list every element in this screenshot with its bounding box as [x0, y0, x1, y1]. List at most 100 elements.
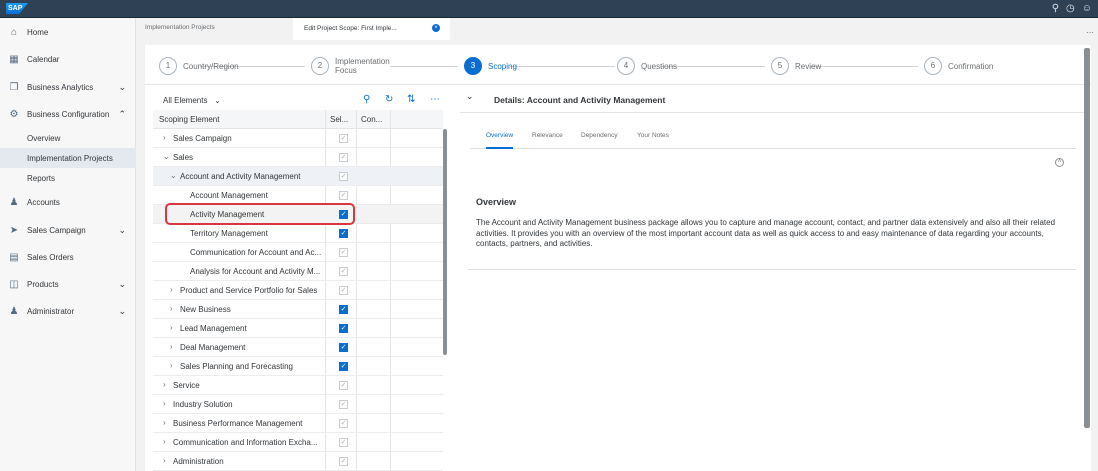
- selected-checkbox[interactable]: ✓: [339, 286, 348, 295]
- sort-icon[interactable]: ⇅: [407, 94, 415, 105]
- step-questions[interactable]: 4 Questions: [617, 57, 677, 75]
- tab-strip: Implementation Projects: [136, 18, 1098, 40]
- collapse-icon[interactable]: ⌄: [163, 152, 170, 161]
- scroll-up-icon[interactable]: ˄: [1055, 158, 1064, 167]
- chevron-down-icon[interactable]: ⌄: [118, 279, 126, 290]
- expand-icon[interactable]: ›: [163, 380, 166, 389]
- table-row[interactable]: › Lead Management ✓: [153, 319, 443, 338]
- step-review[interactable]: 5 Review: [771, 57, 821, 75]
- sidebar-item-calendar[interactable]: ▦ Calendar: [0, 49, 136, 69]
- expand-icon[interactable]: ›: [170, 304, 173, 313]
- selected-checkbox[interactable]: ✓: [339, 438, 348, 447]
- more-icon[interactable]: ⋯: [430, 94, 440, 105]
- tab-your-notes[interactable]: Your Notes: [637, 132, 669, 139]
- chevron-up-icon[interactable]: ⌃: [118, 109, 126, 120]
- selected-checkbox[interactable]: ✓: [339, 191, 348, 200]
- tab-implementation-projects[interactable]: Implementation Projects: [145, 24, 215, 31]
- step-confirmation[interactable]: 6 Confirmation: [924, 57, 993, 75]
- column-considered[interactable]: Con...: [361, 115, 382, 124]
- selected-checkbox[interactable]: ✓: [339, 457, 348, 466]
- tree-scrollbar[interactable]: [443, 129, 447, 355]
- expand-icon[interactable]: ›: [163, 418, 166, 427]
- expand-icon[interactable]: ›: [170, 361, 173, 370]
- selected-checkbox[interactable]: ✓: [339, 419, 348, 428]
- refresh-icon[interactable]: ↻: [385, 94, 393, 105]
- filter-select[interactable]: All Elements ⌄: [163, 96, 221, 105]
- expand-icon[interactable]: ›: [163, 133, 166, 142]
- user-icon[interactable]: ☺: [1082, 3, 1092, 14]
- expand-icon[interactable]: ›: [170, 323, 173, 332]
- selected-checkbox[interactable]: ✓: [339, 229, 348, 238]
- sidebar-item-administrator[interactable]: ♟ Administrator ⌄: [0, 301, 136, 321]
- table-row[interactable]: Analysis for Account and Activity M... ✓: [153, 262, 443, 281]
- table-row[interactable]: › Communication and Information Excha... ✓: [153, 433, 443, 452]
- chevron-down-icon[interactable]: ⌄: [118, 82, 126, 93]
- selected-checkbox[interactable]: ✓: [339, 324, 348, 333]
- sap-logo[interactable]: SAP: [6, 3, 28, 14]
- step-implementation-focus[interactable]: 2 Implementation Focus: [311, 57, 395, 75]
- expand-icon[interactable]: ›: [170, 285, 173, 294]
- row-label: Service: [173, 381, 200, 390]
- more-icon[interactable]: ⋯: [1086, 28, 1094, 37]
- tab-relevance[interactable]: Relevance: [532, 132, 563, 139]
- sidebar-item-reports[interactable]: Reports: [0, 168, 136, 188]
- chevron-down-icon[interactable]: ⌄: [118, 225, 126, 236]
- table-row[interactable]: › Sales Campaign ✓: [153, 129, 443, 148]
- selected-checkbox[interactable]: ✓: [339, 400, 348, 409]
- sidebar-item-home[interactable]: ⌂ Home: [0, 22, 136, 42]
- sidebar-item-accounts[interactable]: ♟ Accounts: [0, 192, 136, 212]
- column-selected[interactable]: Sel...: [330, 115, 348, 124]
- selected-checkbox[interactable]: ✓: [339, 381, 348, 390]
- sidebar-item-implementation-projects[interactable]: Implementation Projects: [0, 148, 136, 168]
- step-scoping[interactable]: 3 Scoping: [464, 57, 517, 75]
- expand-icon[interactable]: ›: [170, 342, 173, 351]
- expand-icon[interactable]: ›: [163, 456, 166, 465]
- tab-dependency[interactable]: Dependency: [581, 132, 618, 139]
- collapse-icon[interactable]: ⌄: [170, 171, 177, 180]
- filter-value: All Elements: [163, 96, 208, 105]
- selected-checkbox[interactable]: ✓: [339, 362, 348, 371]
- table-row[interactable]: › Sales Planning and Forecasting ✓: [153, 357, 443, 376]
- sidebar-item-business-configuration[interactable]: ⚙ Business Configuration ⌃: [0, 104, 136, 124]
- orders-icon: ▤: [9, 251, 19, 263]
- table-row[interactable]: › Service ✓: [153, 376, 443, 395]
- selected-checkbox[interactable]: ✓: [339, 134, 348, 143]
- sidebar-item-sales-campaign[interactable]: ➤ Sales Campaign ⌄: [0, 220, 136, 240]
- sidebar-item-business-analytics[interactable]: ❐ Business Analytics ⌄: [0, 77, 136, 97]
- main-scrollbar[interactable]: [1084, 48, 1090, 428]
- selected-checkbox[interactable]: ✓: [339, 305, 348, 314]
- table-row[interactable]: › Administration ✓: [153, 452, 443, 471]
- expand-icon[interactable]: ›: [163, 399, 166, 408]
- clock-icon[interactable]: ◷: [1066, 3, 1075, 14]
- column-scoping-element[interactable]: Scoping Element: [159, 115, 219, 124]
- selected-checkbox[interactable]: ✓: [339, 172, 348, 181]
- analytics-icon: ❐: [9, 81, 19, 93]
- search-icon[interactable]: ⚲: [1052, 3, 1059, 14]
- table-row[interactable]: › Business Performance Management ✓: [153, 414, 443, 433]
- tab-overview[interactable]: Overview: [486, 132, 514, 149]
- table-row[interactable]: Activity Management ✓: [153, 203, 443, 225]
- table-row[interactable]: Communication for Account and Ac... ✓: [153, 243, 443, 262]
- sidebar-item-overview[interactable]: Overview: [0, 128, 136, 148]
- details-title: Details: Account and Activity Management: [494, 95, 666, 105]
- search-icon[interactable]: ⚲: [363, 94, 370, 105]
- table-row[interactable]: Territory Management ✓: [153, 224, 443, 243]
- collapse-chevron-icon[interactable]: ⌄: [466, 91, 474, 102]
- table-row[interactable]: › New Business ✓: [153, 300, 443, 319]
- tab-edit-project-scope[interactable]: Edit Project Scope: First Imple... ×: [293, 18, 450, 40]
- selected-checkbox[interactable]: ✓: [339, 267, 348, 276]
- table-row[interactable]: › Product and Service Portfolio for Sales…: [153, 281, 443, 300]
- table-row[interactable]: › Industry Solution ✓: [153, 395, 443, 414]
- table-row[interactable]: ⌄ Account and Activity Management ✓: [153, 167, 443, 186]
- close-tab-icon[interactable]: ×: [432, 24, 440, 32]
- sidebar-item-products[interactable]: ◫ Products ⌄: [0, 274, 136, 294]
- selected-checkbox[interactable]: ✓: [339, 248, 348, 257]
- chevron-down-icon[interactable]: ⌄: [118, 306, 126, 317]
- selected-checkbox[interactable]: ✓: [339, 343, 348, 352]
- table-row[interactable]: ⌄ Sales ✓: [153, 148, 443, 167]
- step-country-region[interactable]: 1 Country/Region: [159, 57, 239, 75]
- sidebar-item-sales-orders[interactable]: ▤ Sales Orders: [0, 247, 136, 267]
- selected-checkbox[interactable]: ✓: [339, 153, 348, 162]
- table-row[interactable]: › Deal Management ✓: [153, 338, 443, 357]
- expand-icon[interactable]: ›: [163, 437, 166, 446]
